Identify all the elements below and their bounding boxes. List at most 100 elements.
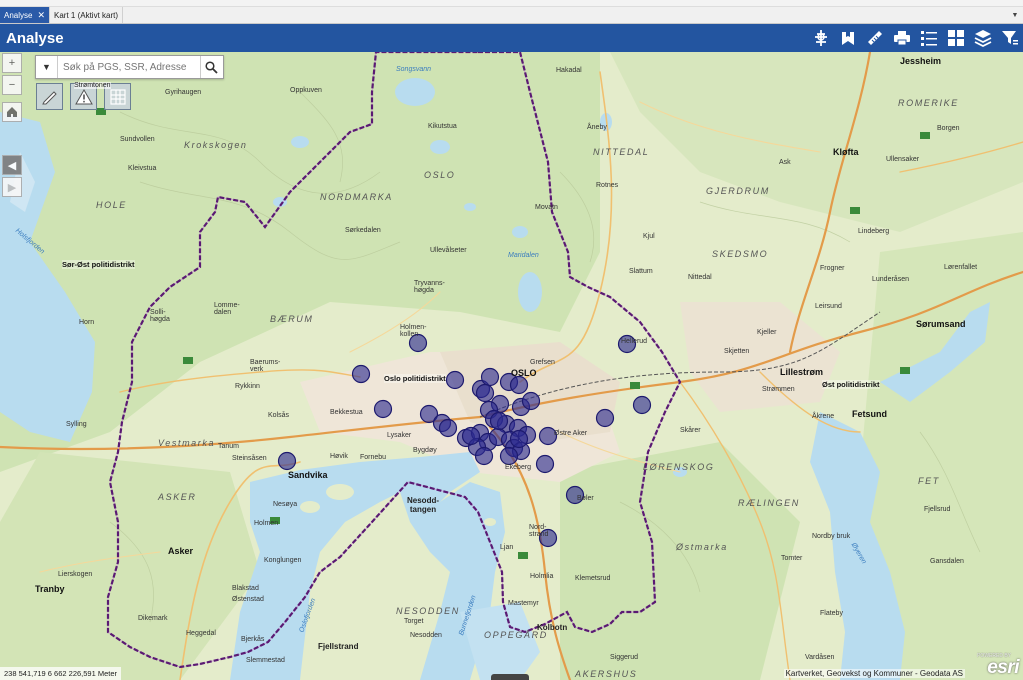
home-button[interactable] xyxy=(2,102,22,122)
map-label-horn: Horn xyxy=(79,319,95,326)
map-label-nordby: Nordby bruk xyxy=(812,533,851,540)
search-dropdown-toggle[interactable]: ▼ xyxy=(36,56,58,78)
map-label-siggerud: Siggerud xyxy=(610,654,639,661)
map-label-steinsasen: Steinsåsen xyxy=(232,455,267,462)
incident-point-marker[interactable] xyxy=(351,364,371,384)
map-label-lunderasen: Lunderåsen xyxy=(872,276,909,283)
map-label-klofta: Kløfta xyxy=(833,147,859,157)
map-label-kleivstua: Kleivstua xyxy=(128,165,157,172)
map-label-vestmarka: Vestmarka xyxy=(158,438,216,448)
esri-logo: esri xyxy=(987,657,1019,678)
map-label-oppkuven: Oppkuven xyxy=(290,87,322,94)
map-label-ulleval: Ullevålseter xyxy=(430,247,467,254)
map-label-skedsmo: SKEDSMO xyxy=(712,249,769,259)
tab-kart-1-label: Kart 1 (Aktivt kart) xyxy=(54,10,119,20)
incident-point-marker[interactable] xyxy=(461,426,481,446)
incident-point-marker[interactable] xyxy=(632,395,652,415)
map-label-nesodden-town: Nesodden xyxy=(410,632,442,639)
search-button[interactable] xyxy=(200,56,222,78)
map-label-lorenfallet: Lørenfallet xyxy=(944,264,978,271)
tab-bar-spacer xyxy=(123,7,1007,23)
zoom-out-button[interactable]: − xyxy=(2,75,22,95)
map-label-tranby: Tranby xyxy=(35,584,65,594)
incident-point-marker[interactable] xyxy=(595,408,615,428)
map-label-sylling: Sylling xyxy=(66,421,87,428)
map-label-grefsen: Grefsen xyxy=(530,359,555,366)
tab-analyse-label: Analyse xyxy=(4,10,33,20)
map-attribution: Kartverket, Geovekst og Kommuner - Geoda… xyxy=(783,669,965,678)
incident-point-marker[interactable] xyxy=(445,370,465,390)
map-label-hovik: Høvik xyxy=(330,453,348,460)
panel-toggle-handle[interactable] xyxy=(491,674,529,680)
map-label-leirsund: Leirsund xyxy=(815,303,842,310)
app-window: Analyse ✕ Kart 1 (Aktivt kart) ▼ Analyse xyxy=(0,0,1023,680)
map-label-bekkestua: Bekkestua xyxy=(330,409,363,416)
incident-point-marker[interactable] xyxy=(509,375,529,395)
zoom-in-button[interactable]: + xyxy=(2,53,22,73)
tab-kart-1[interactable]: Kart 1 (Aktivt kart) xyxy=(50,7,124,23)
incident-point-marker[interactable] xyxy=(489,411,509,431)
arrow-left-icon: ◀ xyxy=(7,159,17,172)
map-label-dikemark: Dikemark xyxy=(138,615,168,622)
basemap-tool-icon[interactable] xyxy=(807,24,834,52)
incident-point-marker[interactable] xyxy=(480,367,500,387)
incident-point-marker[interactable] xyxy=(277,451,297,471)
search-icon xyxy=(205,60,218,74)
page-title: Analyse xyxy=(6,29,64,47)
map-label-baerums-verk: Baerums- verk xyxy=(250,359,281,373)
incident-point-marker[interactable] xyxy=(535,454,555,474)
map-label-asker-town: Asker xyxy=(168,546,194,556)
legend-tool-icon[interactable] xyxy=(915,24,942,52)
map-label-skjetten: Skjetten xyxy=(724,348,750,355)
map-label-asker: ASKER xyxy=(158,492,197,502)
map-label-baerum: BÆRUM xyxy=(270,314,314,324)
chevron-down-icon[interactable]: ▼ xyxy=(1007,7,1023,23)
map-label-jessheim: Jessheim xyxy=(900,56,942,66)
map-label-fornebu: Fornebu xyxy=(360,454,387,461)
map-label-kolsas: Kolsås xyxy=(268,412,290,419)
incident-point-marker[interactable] xyxy=(474,446,494,466)
map-label-fet: FET xyxy=(918,476,940,486)
map-label-nesodden: NESODDEN xyxy=(396,606,460,616)
close-icon[interactable]: ✕ xyxy=(37,10,45,21)
tab-analyse[interactable]: Analyse ✕ xyxy=(0,7,51,23)
search-input[interactable] xyxy=(58,61,200,73)
next-extent-button[interactable]: ▶ xyxy=(2,177,22,197)
draw-widget-button[interactable] xyxy=(36,83,63,110)
incident-point-marker[interactable] xyxy=(521,391,541,411)
map-label-nesoya: Nesøya xyxy=(273,501,298,508)
basemap xyxy=(0,52,1023,680)
app-header: Analyse xyxy=(0,24,1023,52)
map-label-lindeberg: Lindeberg xyxy=(858,228,890,235)
incident-point-marker[interactable] xyxy=(499,446,519,466)
map-label-fetsund: Fetsund xyxy=(852,409,887,419)
map-label-romerike: ROMERIKE xyxy=(898,98,959,108)
map-label-bjerkas: Bjerkås xyxy=(241,636,265,643)
layers-tool-icon[interactable] xyxy=(969,24,996,52)
search-box: ▼ xyxy=(35,55,224,79)
filter-tool-icon[interactable] xyxy=(996,24,1023,52)
map-view[interactable]: NORDMARKA ROMERIKE GJERDRUM SKEDSMO LØRE… xyxy=(0,52,1023,680)
map-label-ekeberg: Ekeberg xyxy=(505,464,532,471)
gallery-tool-icon[interactable] xyxy=(942,24,969,52)
incident-point-marker[interactable] xyxy=(475,383,495,403)
map-label-flateby: Flateby xyxy=(820,610,843,617)
map-label-maridalen: Maridalen xyxy=(508,252,539,259)
caret-down-icon: ▼ xyxy=(42,62,51,72)
map-label-ostenstad: Østenstad xyxy=(232,596,264,603)
map-label-lysaker: Lysaker xyxy=(387,432,412,439)
incident-point-marker[interactable] xyxy=(438,418,458,438)
incident-point-marker[interactable] xyxy=(373,399,393,419)
map-label-ullensaker: Ullensaker xyxy=(886,156,920,163)
map-label-strommen: Strømmen xyxy=(762,386,795,393)
map-label-sorumsand: Sørumsand xyxy=(916,319,966,329)
print-tool-icon[interactable] xyxy=(888,24,915,52)
map-label-sandvika: Sandvika xyxy=(288,470,328,480)
bookmark-tool-icon[interactable] xyxy=(834,24,861,52)
incident-point-marker[interactable] xyxy=(509,429,529,449)
map-label-blakstad: Blakstad xyxy=(232,585,259,592)
map-label-kikut: Kikutstua xyxy=(428,123,457,130)
previous-extent-button[interactable]: ◀ xyxy=(2,155,22,175)
map-label-lierskogen: Lierskogen xyxy=(58,571,93,578)
measure-tool-icon[interactable] xyxy=(861,24,888,52)
